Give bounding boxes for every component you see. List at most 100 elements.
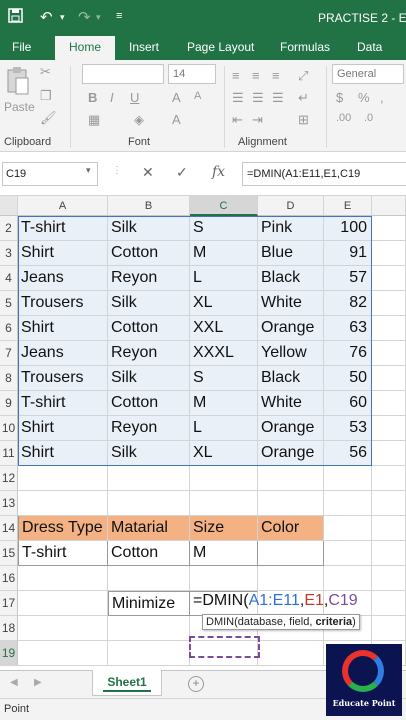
- name-box[interactable]: C19: [2, 162, 98, 186]
- table-cell[interactable]: T-shirt: [18, 216, 108, 241]
- table-cell[interactable]: Jeans: [18, 341, 108, 366]
- row-header-17[interactable]: 17: [0, 591, 18, 616]
- table-cell[interactable]: Silk: [108, 441, 190, 466]
- italic-icon[interactable]: I: [110, 90, 114, 105]
- empty-cell[interactable]: [372, 241, 406, 266]
- empty-cell[interactable]: [324, 466, 372, 491]
- worksheet-grid[interactable]: A B C D E 2 T-shirt Silk S Pink 100 3 Shirt Cott…: [0, 196, 406, 670]
- empty-cell[interactable]: [108, 641, 190, 666]
- row-header-4[interactable]: 4: [0, 266, 18, 291]
- empty-cell[interactable]: [18, 466, 108, 491]
- tab-data[interactable]: Data: [357, 40, 382, 54]
- table-cell[interactable]: Black: [258, 266, 324, 291]
- table-cell[interactable]: Cotton: [108, 241, 190, 266]
- undo-icon[interactable]: ↶: [40, 8, 53, 26]
- table-cell[interactable]: S: [190, 366, 258, 391]
- enter-icon[interactable]: ✓: [176, 164, 188, 181]
- empty-cell[interactable]: [190, 566, 258, 591]
- borders-icon[interactable]: ▦: [88, 112, 100, 128]
- table-cell[interactable]: Orange: [258, 441, 324, 466]
- align-middle-icon[interactable]: ≡: [252, 68, 260, 83]
- table-cell[interactable]: Reyon: [108, 266, 190, 291]
- criteria-header-cell[interactable]: Color: [258, 516, 324, 541]
- empty-cell[interactable]: [258, 466, 324, 491]
- decrease-indent-icon[interactable]: ⇤: [232, 112, 243, 128]
- table-cell[interactable]: Cotton: [108, 391, 190, 416]
- row-header-10[interactable]: 10: [0, 416, 18, 441]
- name-box-dropdown-icon[interactable]: ▾: [86, 165, 91, 176]
- select-all-corner[interactable]: [0, 196, 18, 216]
- table-cell[interactable]: XXXL: [190, 341, 258, 366]
- accounting-format-icon[interactable]: $: [336, 90, 343, 105]
- tab-page-layout[interactable]: Page Layout: [187, 40, 254, 54]
- table-cell[interactable]: 100: [324, 216, 372, 241]
- fill-color-icon[interactable]: ◈: [134, 112, 144, 128]
- criteria-value-cell[interactable]: T-shirt: [18, 541, 108, 566]
- column-header-a[interactable]: A: [18, 196, 108, 216]
- merge-center-icon[interactable]: ⊞: [298, 112, 309, 128]
- table-cell[interactable]: Yellow: [258, 341, 324, 366]
- table-cell[interactable]: Orange: [258, 316, 324, 341]
- row-header-16[interactable]: 16: [0, 566, 18, 591]
- empty-cell[interactable]: [372, 491, 406, 516]
- undo-dropdown-icon[interactable]: ▾: [60, 12, 65, 23]
- table-cell[interactable]: 57: [324, 266, 372, 291]
- formula-input[interactable]: =DMIN(A1:E11,E1,C19: [242, 162, 406, 186]
- empty-cell[interactable]: [372, 441, 406, 466]
- empty-cell[interactable]: [372, 291, 406, 316]
- table-cell[interactable]: Jeans: [18, 266, 108, 291]
- paste-label[interactable]: Paste: [4, 100, 35, 114]
- table-cell[interactable]: Reyon: [108, 341, 190, 366]
- font-name-box[interactable]: [82, 64, 164, 84]
- empty-cell[interactable]: [324, 516, 372, 541]
- increase-decimal-icon[interactable]: .00: [336, 112, 351, 124]
- row-header-6[interactable]: 6: [0, 316, 18, 341]
- table-cell[interactable]: 53: [324, 416, 372, 441]
- cancel-icon[interactable]: ✕: [142, 164, 154, 181]
- wrap-text-icon[interactable]: ↵: [298, 90, 309, 106]
- empty-cell[interactable]: [372, 466, 406, 491]
- table-cell[interactable]: Silk: [108, 291, 190, 316]
- empty-cell[interactable]: [372, 216, 406, 241]
- function-tooltip[interactable]: DMIN(database, field, criteria): [202, 614, 360, 630]
- empty-cell[interactable]: [372, 566, 406, 591]
- align-bottom-icon[interactable]: ≡: [272, 68, 280, 83]
- empty-cell[interactable]: [18, 591, 108, 616]
- scroll-tabs-left-icon[interactable]: ◀: [10, 677, 18, 688]
- empty-cell[interactable]: [372, 541, 406, 566]
- table-cell[interactable]: T-shirt: [18, 391, 108, 416]
- font-color-icon[interactable]: A: [172, 112, 181, 127]
- table-cell[interactable]: Shirt: [18, 241, 108, 266]
- table-cell[interactable]: Blue: [258, 241, 324, 266]
- table-cell[interactable]: L: [190, 416, 258, 441]
- table-cell[interactable]: 56: [324, 441, 372, 466]
- table-cell[interactable]: 50: [324, 366, 372, 391]
- orientation-icon[interactable]: ⤢: [298, 68, 308, 84]
- empty-cell[interactable]: [190, 466, 258, 491]
- comma-style-icon[interactable]: ,: [380, 90, 384, 105]
- table-cell[interactable]: Trousers: [18, 291, 108, 316]
- table-cell[interactable]: Pink: [258, 216, 324, 241]
- column-header-d[interactable]: D: [258, 196, 324, 216]
- decrease-font-icon[interactable]: A: [194, 90, 201, 102]
- row-header-12[interactable]: 12: [0, 466, 18, 491]
- empty-cell[interactable]: [18, 616, 108, 641]
- column-header-e[interactable]: E: [324, 196, 372, 216]
- table-cell[interactable]: XXL: [190, 316, 258, 341]
- criteria-value-cell[interactable]: M: [190, 541, 258, 566]
- empty-cell[interactable]: [18, 641, 108, 666]
- save-icon[interactable]: [8, 8, 23, 27]
- paste-icon[interactable]: [6, 66, 30, 99]
- empty-cell[interactable]: [372, 266, 406, 291]
- row-header-18[interactable]: 18: [0, 616, 18, 641]
- table-cell[interactable]: 63: [324, 316, 372, 341]
- customize-toolbar-icon[interactable]: ≡: [116, 10, 122, 22]
- empty-cell[interactable]: [258, 566, 324, 591]
- empty-cell[interactable]: [190, 491, 258, 516]
- minimize-label-cell[interactable]: Minimize: [108, 591, 190, 616]
- empty-cell[interactable]: [372, 416, 406, 441]
- table-cell[interactable]: Orange: [258, 416, 324, 441]
- row-header-5[interactable]: 5: [0, 291, 18, 316]
- percent-icon[interactable]: %: [358, 90, 370, 105]
- sheet-tab-sheet1[interactable]: Sheet1: [92, 670, 162, 696]
